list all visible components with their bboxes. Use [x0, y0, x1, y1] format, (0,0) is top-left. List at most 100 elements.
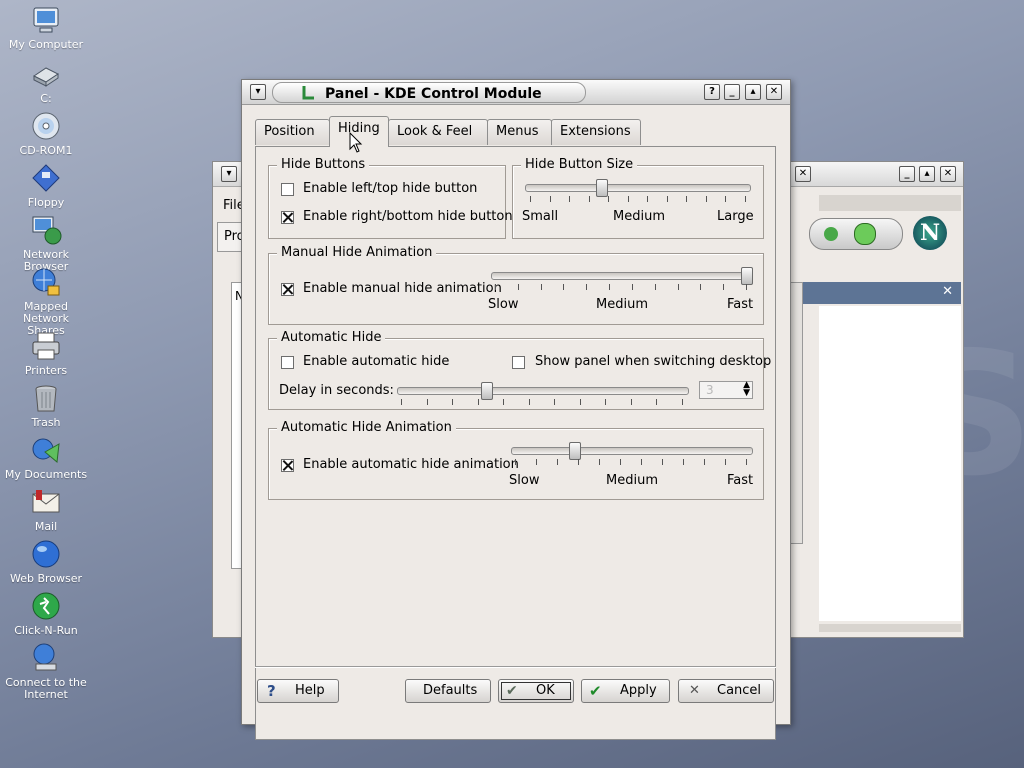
network-icon — [32, 216, 62, 245]
slider-tick — [746, 284, 747, 290]
help-button[interactable]: ? Help — [257, 679, 339, 703]
slider-tick — [478, 399, 479, 405]
automatic-hide-animation-checkbox[interactable] — [281, 459, 294, 472]
desktop-icon-printers[interactable]: Printers — [0, 330, 92, 377]
manual-fast-label: Fast — [727, 297, 754, 312]
go-icon[interactable] — [824, 227, 838, 241]
slider-tick — [686, 196, 687, 202]
manual-hide-speed-slider[interactable] — [741, 267, 753, 285]
left-top-hide-checkbox[interactable] — [281, 183, 294, 196]
desktop-icon-label: Printers — [24, 364, 68, 377]
apply-button[interactable]: ✔ Apply — [581, 679, 670, 703]
group-title: Automatic Hide — [277, 330, 386, 345]
documents-icon — [32, 438, 60, 463]
group-title: Manual Hide Animation — [277, 245, 437, 260]
slider-tick — [647, 196, 648, 202]
delay-seconds-spinbox[interactable]: 3 ▲ ▼ — [699, 380, 753, 399]
window-menu-icon[interactable]: ▾ — [250, 84, 266, 100]
location-bar-end[interactable] — [809, 218, 903, 250]
desktop-icon-label: Web Browser — [9, 572, 83, 585]
desktop-icon-floppy[interactable]: Floppy — [0, 162, 92, 209]
tab-menus[interactable]: Menus — [487, 119, 552, 145]
help-icon[interactable]: ? — [704, 84, 720, 100]
desktop-icon-label: C: — [40, 92, 52, 105]
desktop-icon-label: My Documents — [4, 468, 88, 481]
minimize-icon[interactable]: _ — [724, 84, 740, 100]
desktop-icon-c-drive[interactable]: C: — [0, 58, 92, 105]
desktop-icon-connect-internet[interactable]: Connect to the Internet — [0, 642, 92, 701]
desktop-icon-network-browser[interactable]: Network Browser — [0, 214, 92, 273]
hide-button-size-slider[interactable] — [595, 179, 608, 197]
slider-tick — [569, 196, 570, 202]
right-bottom-hide-label: Enable right/bottom hide button — [303, 209, 513, 224]
slider-tick — [536, 459, 537, 465]
desktop-icon-my-computer[interactable]: My Computer — [0, 4, 92, 51]
slider-tick — [599, 459, 600, 465]
show-panel-switching-desktop-checkbox[interactable] — [512, 356, 525, 369]
group-title: Hide Button Size — [521, 157, 638, 172]
checkmark-icon: ✔ — [589, 682, 602, 700]
close-icon[interactable]: ✕ — [795, 166, 811, 182]
slider-tick — [628, 196, 629, 202]
ok-button[interactable]: ✔ OK — [498, 679, 574, 703]
cancel-button[interactable]: ✕ Cancel — [678, 679, 774, 703]
slider-tick — [746, 459, 747, 465]
desktop-icon-click-n-run[interactable]: Click-N-Run — [0, 590, 92, 637]
slider-tick — [578, 459, 579, 465]
slider-tick — [529, 399, 530, 405]
printer-icon — [32, 332, 60, 360]
slider-tick — [427, 399, 428, 405]
desktop-icon-cdrom[interactable]: CD-ROM1 — [0, 110, 92, 157]
desktop-icon-web-browser[interactable]: Web Browser — [0, 538, 92, 585]
close-icon[interactable]: ✕ — [766, 84, 782, 100]
delay-seconds-value: 3 — [706, 383, 714, 397]
desktop-icon-mapped-network-shares[interactable]: Mapped Network Shares — [0, 266, 92, 337]
minimize-icon[interactable]: _ — [899, 166, 915, 182]
manual-hide-animation-checkbox[interactable] — [281, 283, 294, 296]
trash-icon — [35, 385, 57, 412]
scrollbar[interactable] — [789, 282, 803, 544]
manual-hide-speed-track[interactable] — [491, 272, 753, 280]
size-small-label: Small — [522, 209, 559, 224]
maximize-icon[interactable]: ▴ — [919, 166, 935, 182]
tab-look-and-feel[interactable]: Look & Feel — [388, 119, 488, 145]
desktop-icon-my-documents[interactable]: My Documents — [0, 434, 92, 481]
defaults-button[interactable]: Defaults — [405, 679, 491, 703]
manual-slow-label: Slow — [488, 297, 519, 312]
group-hide-buttons: Hide Buttons Enable left/top hide button… — [268, 157, 513, 239]
right-bottom-hide-checkbox[interactable] — [281, 211, 294, 224]
automatic-hide-speed-slider[interactable] — [568, 442, 581, 460]
search-icon[interactable] — [854, 223, 876, 245]
hide-button-size-track[interactable] — [525, 184, 751, 192]
desktop-icon-label: Mail — [34, 520, 58, 533]
slider-tick — [682, 399, 683, 405]
panel-kde-control-module-dialog[interactable]: ▾ Panel - KDE Control Module ? _ ▴ ✕ Pos… — [241, 79, 791, 740]
window-menu-icon[interactable]: ▾ — [221, 166, 237, 182]
kde-panel-icon — [302, 86, 314, 100]
slider-tick — [620, 459, 621, 465]
slider-tick — [706, 196, 707, 202]
slider-tick — [656, 399, 657, 405]
help-icon: ? — [267, 682, 276, 700]
delay-seconds-track[interactable] — [397, 387, 689, 395]
delay-seconds-slider[interactable] — [481, 382, 493, 400]
spin-down-icon[interactable]: ▼ — [743, 388, 750, 398]
desktop-icon-trash[interactable]: Trash — [0, 382, 92, 429]
automatic-hide-checkbox[interactable] — [281, 356, 294, 369]
dialog-titlebar[interactable]: ▾ Panel - KDE Control Module ? _ ▴ ✕ — [242, 80, 790, 105]
desktop-icon-label: Click-N-Run — [14, 624, 78, 637]
tab-extensions[interactable]: Extensions — [551, 119, 641, 145]
slider-ticks — [515, 459, 747, 465]
maximize-icon[interactable]: ▴ — [745, 84, 761, 100]
manual-medium-label: Medium — [596, 297, 648, 312]
close-icon[interactable]: ✕ — [940, 166, 956, 182]
close-icon[interactable]: ✕ — [942, 284, 953, 299]
slider-tick — [725, 196, 726, 202]
browser-logo[interactable]: N — [913, 216, 947, 250]
desktop-icon-mail[interactable]: Mail — [0, 486, 92, 533]
connect-icon — [33, 643, 57, 671]
hard-drive-icon — [33, 67, 59, 87]
tab-position[interactable]: Position — [255, 119, 330, 145]
dialog-title: Panel - KDE Control Module — [325, 86, 542, 102]
automatic-hide-speed-track[interactable] — [511, 447, 753, 455]
